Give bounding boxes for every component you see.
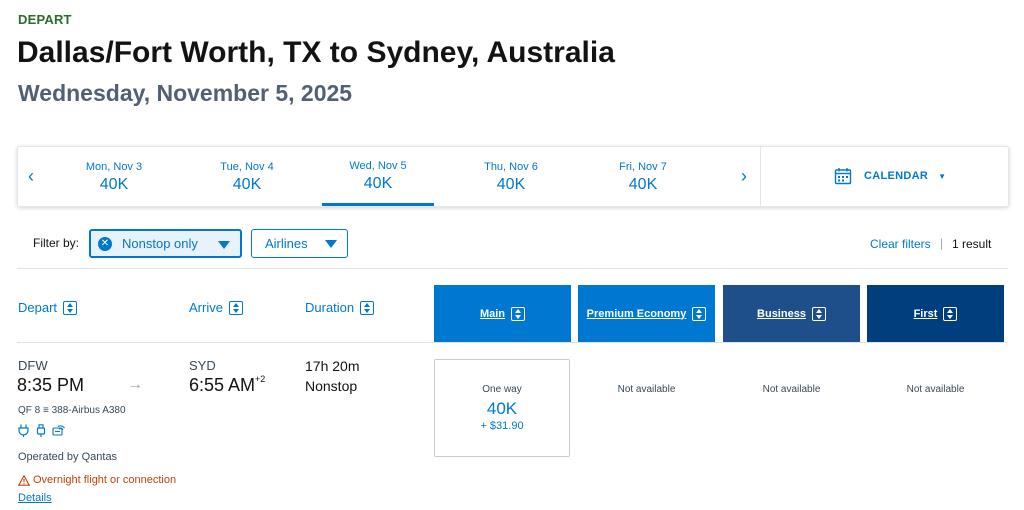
- fare-business-unavailable: Not available: [762, 384, 821, 395]
- chevron-left-icon[interactable]: ‹: [28, 166, 34, 187]
- fare-taxes: + $31.90: [480, 420, 524, 432]
- date-tab-price: 40K: [99, 176, 129, 193]
- caret-down-icon: [325, 240, 337, 248]
- usb-icon: [36, 424, 46, 437]
- sort-icon: [692, 306, 707, 321]
- arrow-right-icon: →: [127, 376, 143, 393]
- sort-arrive-header[interactable]: Arrive: [189, 300, 243, 315]
- depart-kicker: DEPART: [18, 12, 72, 27]
- date-tab-label: Wed, Nov 5: [349, 160, 407, 172]
- chevron-right-icon[interactable]: ›: [741, 166, 747, 187]
- sort-icon: [943, 306, 958, 321]
- flight-stops: Nonstop: [305, 378, 358, 394]
- overnight-warning-text: Overnight flight or connection: [33, 474, 177, 486]
- date-tab-thu-nov-6[interactable]: Thu, Nov 6 40K: [455, 147, 567, 206]
- cabin-header-label: Main: [479, 307, 506, 320]
- calendar-button[interactable]: CALENDAR ▼: [834, 167, 946, 185]
- arrive-time: 6:55 AM+2: [189, 374, 266, 396]
- sort-depart-header[interactable]: Depart: [18, 300, 78, 315]
- fare-card-main[interactable]: One way 40K + $31.90: [434, 359, 570, 457]
- flight-duration: 17h 20m: [305, 358, 360, 374]
- depart-time: 8:35 PM: [17, 375, 85, 395]
- cabin-header-business[interactable]: Business: [723, 285, 860, 342]
- arrive-airport-code: SYD: [189, 358, 216, 373]
- cabin-header-label: Premium Economy: [586, 307, 687, 320]
- date-tab-price: 40K: [496, 176, 526, 193]
- day-offset: +2: [255, 374, 266, 384]
- overnight-warning: Overnight flight or connection: [18, 474, 176, 486]
- cabin-header-premium-economy[interactable]: Premium Economy: [578, 285, 715, 342]
- date-tab-label: Tue, Nov 4: [220, 161, 274, 173]
- power-plug-icon: [18, 424, 29, 437]
- fare-miles: 40K: [486, 399, 518, 418]
- date-tab-tue-nov-4[interactable]: Tue, Nov 4 40K: [191, 147, 303, 206]
- date-tab-wed-nov-5[interactable]: Wed, Nov 5 40K: [322, 147, 434, 206]
- depart-header-label: Depart: [18, 300, 58, 315]
- date-tab-price: 40K: [363, 175, 393, 192]
- arrive-time-value: 6:55 AM: [189, 375, 256, 395]
- date-tab-fri-nov-7[interactable]: Fri, Nov 7 40K: [587, 147, 699, 206]
- date-tab-label: Thu, Nov 6: [484, 161, 538, 173]
- divider: [760, 147, 761, 206]
- remove-filter-icon[interactable]: ✕: [98, 236, 112, 251]
- sort-icon: [360, 300, 375, 315]
- cabin-header-first[interactable]: First: [867, 285, 1004, 342]
- operated-by: Operated by Qantas: [18, 451, 118, 463]
- sort-icon: [511, 306, 526, 321]
- caret-down-icon: ▼: [938, 171, 947, 181]
- sort-icon: [811, 306, 826, 321]
- cabin-header-label: First: [913, 307, 938, 320]
- sort-icon: [63, 300, 78, 315]
- cabin-header-main[interactable]: Main: [434, 285, 571, 342]
- date-tab-mon-nov-3[interactable]: Mon, Nov 3 40K: [58, 147, 170, 206]
- date-tab-price: 40K: [628, 176, 658, 193]
- duration-header-label: Duration: [305, 300, 355, 315]
- airlines-filter-label: Airlines: [265, 236, 308, 251]
- caret-down-icon: [218, 241, 230, 249]
- divider: [17, 342, 1008, 343]
- calendar-label: CALENDAR: [864, 170, 929, 182]
- flight-number-aircraft: QF 8 ≡ 388-Airbus A380: [18, 405, 126, 416]
- sort-duration-header[interactable]: Duration: [305, 300, 375, 315]
- cabin-header-label: Business: [757, 307, 806, 320]
- fare-premium-economy-unavailable: Not available: [617, 384, 676, 395]
- fare-first-unavailable: Not available: [906, 384, 965, 395]
- result-count: 1 result: [952, 237, 992, 251]
- warning-icon: [18, 474, 30, 486]
- date-strip: ‹ Mon, Nov 3 40K Tue, Nov 4 40K Wed, Nov…: [17, 146, 1009, 207]
- airlines-filter-dropdown[interactable]: Airlines: [251, 229, 348, 258]
- date-tab-price: 40K: [232, 176, 262, 193]
- clear-filters-link[interactable]: Clear filters: [870, 237, 931, 251]
- fare-type: One way: [482, 384, 522, 395]
- page-title: Dallas/Fort Worth, TX to Sydney, Austral…: [17, 36, 615, 69]
- travel-date: Wednesday, November 5, 2025: [18, 80, 353, 106]
- depart-airport-code: DFW: [18, 358, 48, 373]
- filter-by-label: Filter by:: [33, 236, 80, 250]
- nonstop-filter-chip[interactable]: ✕ Nonstop only: [89, 229, 242, 258]
- arrive-header-label: Arrive: [189, 300, 223, 315]
- date-tab-label: Mon, Nov 3: [85, 161, 143, 173]
- wifi-icon: [52, 425, 65, 436]
- separator: |: [940, 236, 944, 250]
- calendar-icon: [834, 168, 852, 185]
- nonstop-filter-label: Nonstop only: [122, 236, 198, 251]
- details-link[interactable]: Details: [18, 492, 52, 504]
- divider: [17, 268, 1008, 269]
- date-tab-label: Fri, Nov 7: [619, 161, 667, 173]
- sort-icon: [228, 300, 243, 315]
